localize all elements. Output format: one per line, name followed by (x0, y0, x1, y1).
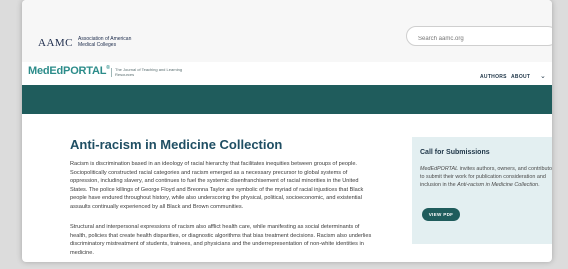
card-title: Call for Submissions (420, 149, 490, 156)
card-body-italic-1: MedEdPORTAL (420, 166, 459, 172)
search-box[interactable] (406, 26, 552, 48)
call-for-submissions-card: Call for Submissions MedEdPORTAL invites… (412, 137, 552, 244)
mededportal-logo[interactable]: MedEdPORTAL® (28, 65, 110, 77)
card-body: MedEdPORTAL invites authors, owners, and… (420, 165, 552, 190)
mededportal-logo-text: MedEdPORTAL (28, 65, 107, 77)
mededportal-tagline: The Journal of Teaching and Learning Res… (111, 67, 185, 78)
registered-mark: ® (106, 65, 110, 71)
mededportal-header: MedEdPORTAL® The Journal of Teaching and… (22, 62, 552, 85)
nav-authors[interactable]: AUTHORS (480, 74, 507, 80)
chevron-down-icon[interactable]: ⌄ (540, 72, 546, 80)
view-pdf-button[interactable]: VIEW PDF (422, 208, 460, 221)
nav-about[interactable]: ABOUT (511, 74, 530, 80)
teal-banner (22, 85, 552, 114)
card-body-italic-2: Anti-racism in Medicine Collection (457, 182, 539, 189)
article-paragraph-2: Structural and interpersonal expressions… (70, 224, 372, 256)
aamc-logo[interactable]: AAMC (38, 37, 73, 49)
search-input[interactable] (416, 30, 550, 48)
article-paragraph-1: Racism is discrimination based in an ide… (70, 161, 364, 210)
aamc-top-bar: AAMC Association of American Medical Col… (22, 0, 552, 63)
card-body-text-2: . (538, 182, 540, 189)
aamc-subtitle: Association of American Medical Colleges (78, 36, 132, 48)
page-title: Anti-racism in Medicine Collection (70, 137, 283, 152)
page: AAMC Association of American Medical Col… (22, 0, 552, 262)
